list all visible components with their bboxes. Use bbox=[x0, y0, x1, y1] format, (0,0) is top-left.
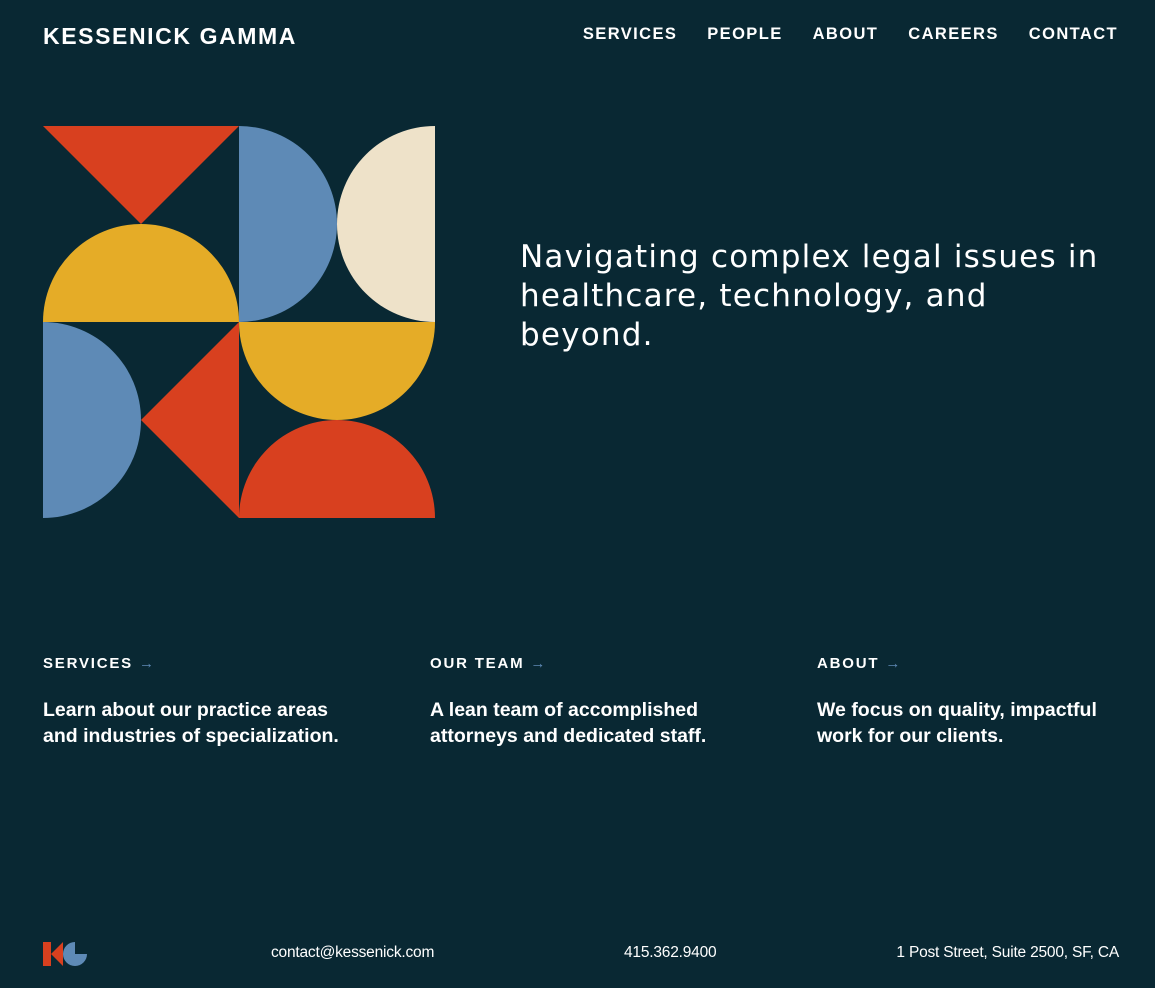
card-team-description: A lean team of accomplished attorneys an… bbox=[430, 699, 707, 747]
hero-tagline: Navigating complex legal issues in healt… bbox=[520, 239, 1099, 353]
card-services-description: Learn about our practice areas and indus… bbox=[43, 699, 339, 747]
art-blue-semicircle-bottom bbox=[43, 322, 141, 518]
arrow-right-icon: → bbox=[885, 655, 901, 672]
card-about-description: We focus on quality, impactful work for … bbox=[817, 699, 1097, 747]
art-blue-semicircle-top bbox=[239, 126, 337, 322]
card-team: OUR TEAM → A lean team of accomplished a… bbox=[430, 655, 730, 749]
nav-about[interactable]: ABOUT bbox=[813, 25, 879, 44]
footer-phone-link[interactable]: 415.362.9400 bbox=[624, 944, 717, 962]
hero-geometric-art bbox=[43, 126, 435, 518]
card-services-link[interactable]: SERVICES → bbox=[43, 655, 154, 672]
nav-careers[interactable]: CAREERS bbox=[908, 25, 998, 44]
arrow-right-icon: → bbox=[139, 655, 154, 672]
card-about: ABOUT → We focus on quality, impactful w… bbox=[817, 655, 1117, 749]
nav-services[interactable]: SERVICES bbox=[583, 25, 677, 44]
art-red-triangle-left bbox=[141, 322, 239, 518]
card-services-title: SERVICES bbox=[43, 655, 133, 672]
brand-logo-text[interactable]: KESSENICK GAMMA bbox=[43, 23, 297, 50]
nav-people[interactable]: PEOPLE bbox=[707, 25, 782, 44]
card-about-link[interactable]: ABOUT → bbox=[817, 655, 900, 672]
main-nav: SERVICES PEOPLE ABOUT CAREERS CONTACT bbox=[583, 25, 1118, 44]
art-red-semicircle bbox=[239, 420, 435, 518]
kg-monogram-icon[interactable] bbox=[43, 942, 87, 966]
card-team-link[interactable]: OUR TEAM → bbox=[430, 655, 545, 672]
card-team-title: OUR TEAM bbox=[430, 655, 525, 672]
card-services: SERVICES → Learn about our practice area… bbox=[43, 655, 343, 749]
art-yellow-semicircle-right bbox=[239, 322, 435, 420]
art-cream-semicircle bbox=[337, 126, 435, 322]
arrow-right-icon: → bbox=[530, 655, 546, 672]
card-about-title: ABOUT bbox=[817, 655, 880, 672]
footer-email-link[interactable]: contact@kessenick.com bbox=[271, 944, 434, 962]
footer-address: 1 Post Street, Suite 2500, SF, CA bbox=[896, 944, 1119, 961]
art-red-triangle-top bbox=[43, 126, 239, 224]
nav-contact[interactable]: CONTACT bbox=[1029, 25, 1118, 44]
art-yellow-semicircle-left bbox=[43, 224, 239, 322]
